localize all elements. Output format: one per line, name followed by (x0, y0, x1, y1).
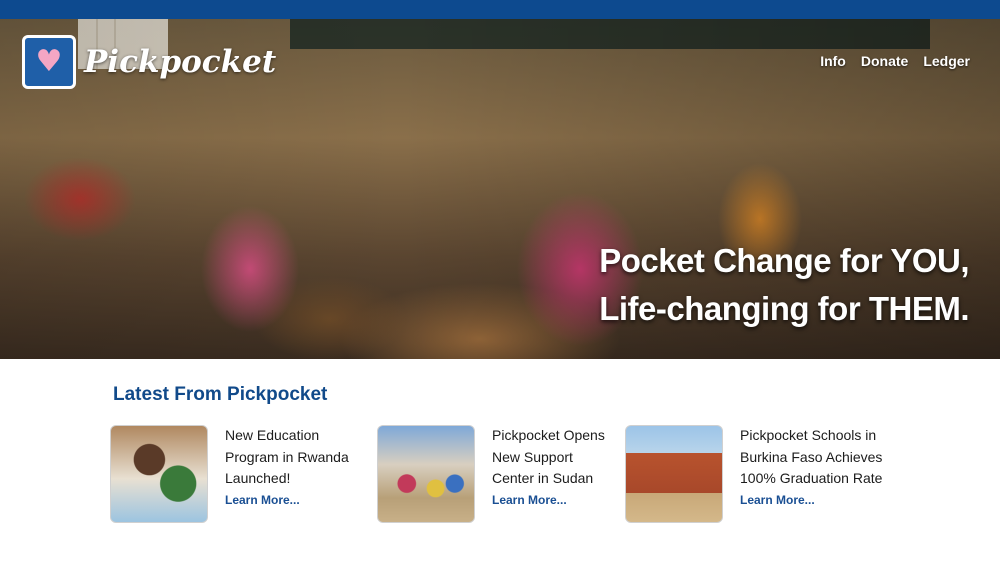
news-title-sudan: Pickpocket Opens New Support Center in S… (492, 427, 605, 486)
news-thumbnail-burkina-faso[interactable] (625, 425, 723, 523)
news-card-text: Pickpocket Opens New Support Center in S… (492, 425, 605, 523)
hero-tagline: Pocket Change for YOU, Life-changing for… (599, 237, 969, 333)
news-thumbnail-sudan[interactable] (377, 425, 475, 523)
top-strip (0, 0, 1000, 19)
news-card-burkina-faso: Pickpocket Schools in Burkina Faso Achie… (625, 425, 882, 523)
news-card-rwanda: New Education Program in Rwanda Launched… (110, 425, 349, 523)
nav-donate-link[interactable]: Donate (861, 53, 908, 69)
hero-banner: ♥ Pickpocket Info Donate Ledger Pocket C… (0, 19, 1000, 359)
news-card-text: Pickpocket Schools in Burkina Faso Achie… (740, 425, 882, 523)
main-nav: Info Donate Ledger (820, 53, 970, 69)
news-thumbnail-rwanda[interactable] (110, 425, 208, 523)
news-card-sudan: Pickpocket Opens New Support Center in S… (377, 425, 605, 523)
tagline-line-2: Life-changing for THEM. (599, 290, 969, 327)
tagline-line-1: Pocket Change for YOU, (599, 242, 969, 279)
site-logo[interactable]: ♥ Pickpocket (22, 35, 276, 89)
learn-more-link-sudan[interactable]: Learn More... (492, 493, 605, 507)
latest-section-title: Latest From Pickpocket (113, 384, 328, 405)
news-card-text: New Education Program in Rwanda Launched… (225, 425, 349, 523)
nav-info-link[interactable]: Info (820, 53, 846, 69)
news-title-burkina-faso: Pickpocket Schools in Burkina Faso Achie… (740, 427, 883, 486)
brand-name: Pickpocket (84, 44, 277, 80)
heart-icon: ♥ (35, 44, 63, 79)
nav-ledger-link[interactable]: Ledger (923, 53, 970, 69)
learn-more-link-burkina-faso[interactable]: Learn More... (740, 493, 882, 507)
learn-more-link-rwanda[interactable]: Learn More... (225, 493, 349, 507)
heart-in-pocket-icon: ♥ (22, 35, 76, 89)
news-title-rwanda: New Education Program in Rwanda Launched… (225, 427, 349, 486)
